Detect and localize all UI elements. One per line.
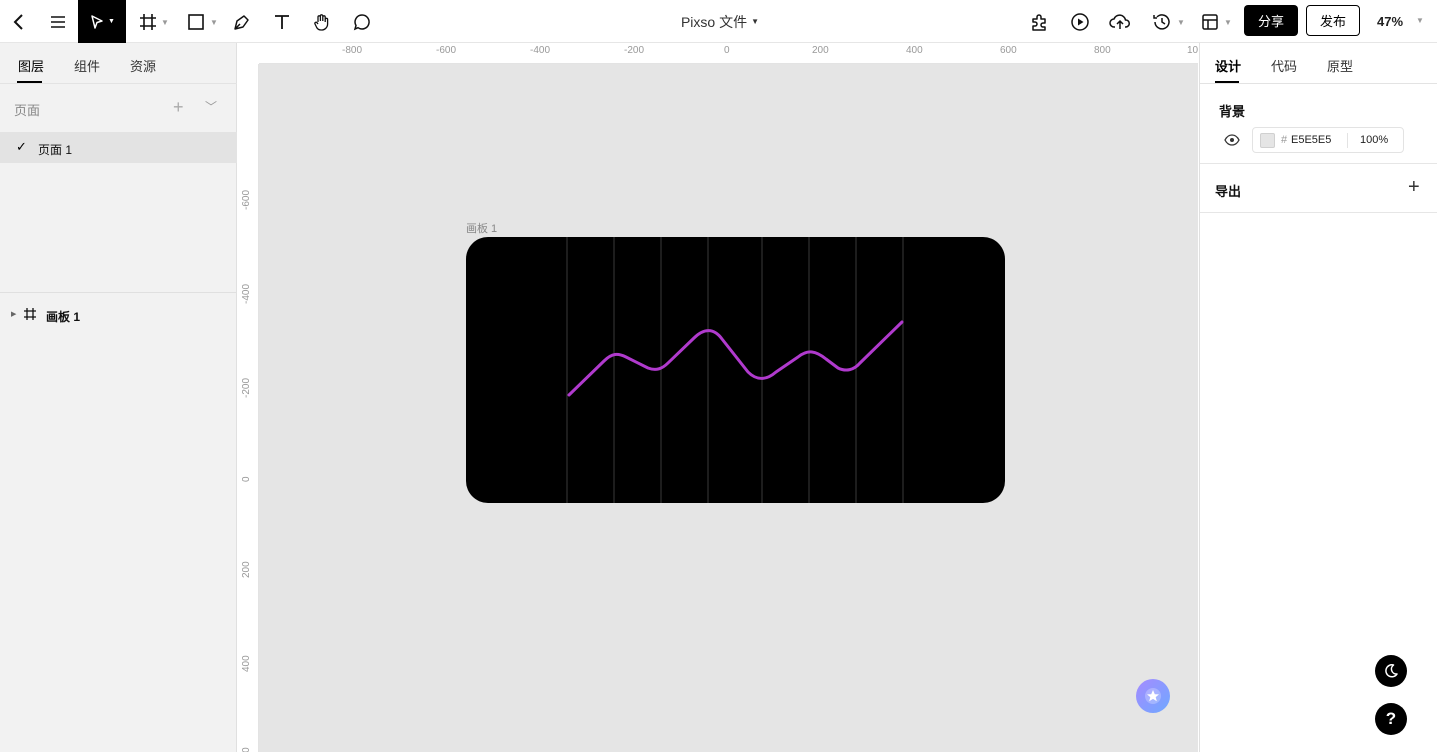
menu-icon[interactable] [45,0,71,43]
background-section-title: 背景 [1219,104,1246,119]
pen-tool-icon[interactable] [230,0,254,43]
share-button[interactable]: 分享 [1244,5,1298,36]
chevron-down-icon: ▼ [751,17,760,26]
page-item-label: 页面 1 [38,143,73,157]
ruler-corner [238,43,259,64]
right-panel-tabs: 设计 代码 原型 [1200,43,1437,84]
export-section-title: 导出 [1215,184,1242,199]
eye-icon[interactable] [1224,134,1240,146]
frame-name-label[interactable]: 画板 1 [466,220,497,236]
comment-icon[interactable] [350,0,374,43]
chevron-down-icon[interactable]: ▼ [1416,16,1424,25]
dark-mode-toggle[interactable] [1375,655,1407,687]
artboard-content [566,237,904,503]
ruler-label: -400 [241,283,252,304]
wave-line [567,320,904,397]
pages-title: 页面 [14,103,41,118]
file-title[interactable]: Pixso 文件 ▼ [660,0,780,43]
page-item[interactable]: ✓ 页面 1 [0,132,237,163]
layer-item[interactable]: ▶ 画板 1 [0,303,237,327]
ruler-label: -400 [530,45,551,56]
frame-icon [24,308,36,320]
text-tool-icon[interactable] [270,0,294,43]
upload-icon[interactable] [1108,0,1132,43]
tab-design[interactable]: 设计 [1215,56,1241,75]
top-toolbar: ▼ ▼ ▼ Pixso 文件 ▼ ▼ ▼ 分享 发布 47% ▼ [0,0,1437,43]
layout-icon[interactable] [1198,0,1222,43]
ruler-label: -600 [436,45,457,56]
ruler-label: -600 [241,189,252,210]
chevron-down-icon[interactable]: ▼ [210,18,218,27]
publish-button[interactable]: 发布 [1306,5,1360,36]
move-tool-button[interactable]: ▼ [78,0,126,43]
ruler-label: 400 [241,655,252,672]
tab-layers[interactable]: 图层 [18,56,44,75]
add-export-icon[interactable]: + [1408,177,1420,197]
chevron-down-icon[interactable]: ▼ [1224,18,1232,27]
chevron-down-icon: ▼ [108,18,115,25]
ruler-label: -800 [342,45,363,56]
tab-components[interactable]: 组件 [74,56,100,75]
divider [1200,212,1437,213]
tab-code[interactable]: 代码 [1271,56,1297,75]
artboard[interactable] [466,237,1005,503]
star-icon [1145,688,1161,704]
hex-input[interactable]: E5E5E5 [1291,134,1331,146]
play-icon[interactable] [1068,0,1092,43]
back-icon[interactable] [6,0,32,43]
frame-tool-icon[interactable] [136,0,160,43]
left-panel: 图层 组件 资源 页面 + ﹀ ✓ 页面 1 ▶ 画板 1 [0,43,237,752]
ruler-label: -200 [241,377,252,398]
add-page-icon[interactable]: + [173,98,184,116]
opacity-input[interactable]: 100% [1360,134,1388,146]
hand-tool-icon[interactable] [310,0,334,43]
ruler-label: 0 [241,476,252,482]
ruler-label: 400 [906,45,923,56]
divider [0,292,237,293]
check-icon: ✓ [16,139,27,154]
chevron-down-icon[interactable]: ﹀ [205,98,217,115]
moon-icon [1385,664,1398,678]
move-icon [91,14,103,29]
hash-symbol: # [1281,134,1288,146]
right-panel: 设计 代码 原型 背景 # E5E5E5 100% 导出 + ? [1199,43,1437,752]
ruler-label: 600 [1000,45,1017,56]
ruler-label: 1000 [1187,45,1198,56]
plugin-icon[interactable] [1028,0,1052,43]
rectangle-tool-icon[interactable] [184,0,208,43]
active-tab-indicator [1215,81,1239,83]
file-title-label: Pixso 文件 [680,13,748,30]
canvas[interactable]: -800 -600 -400 -200 0 200 400 600 800 10… [238,43,1198,752]
ruler-label: 600 [241,747,252,752]
ruler-label: 800 [1094,45,1111,56]
chevron-down-icon[interactable]: ▼ [1177,18,1185,27]
ruler-label: -200 [624,45,645,56]
ai-assistant-button[interactable] [1136,679,1170,713]
left-panel-tabs: 图层 组件 资源 [0,43,237,84]
chevron-down-icon[interactable]: ▼ [161,18,169,27]
tab-assets[interactable]: 资源 [130,56,156,75]
tab-prototype[interactable]: 原型 [1327,56,1353,75]
horizontal-ruler: -800 -600 -400 -200 0 200 400 600 800 10… [259,43,1198,64]
help-button[interactable]: ? [1375,703,1407,735]
color-swatch[interactable] [1260,133,1275,148]
divider [1200,163,1437,164]
vertical-ruler: -600 -400 -200 0 200 400 600 [238,64,259,752]
history-icon[interactable] [1150,0,1174,43]
divider [1347,133,1348,148]
zoom-level[interactable]: 47% [1370,0,1410,43]
ruler-label: 200 [812,45,829,56]
active-tab-indicator [17,81,42,83]
ruler-label: 200 [241,561,252,578]
layer-item-label: 画板 1 [46,310,81,324]
background-color-field[interactable]: # E5E5E5 100% [1252,127,1404,153]
expand-arrow-icon[interactable]: ▶ [11,310,16,318]
ruler-label: 0 [724,45,730,56]
